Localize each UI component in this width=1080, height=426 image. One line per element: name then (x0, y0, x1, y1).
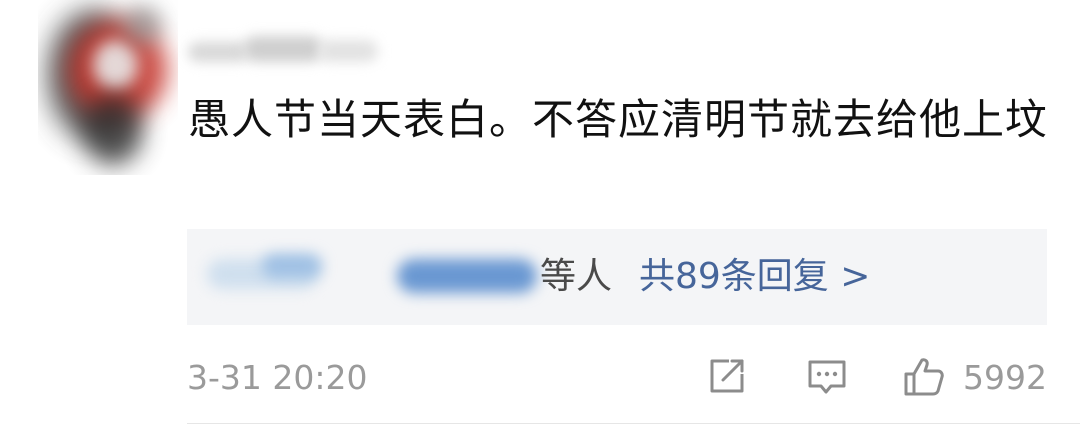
comment-card: 愚人节当天表白。不答应清明节就去给他上坟 等人 共89条回复 > 3-31 20… (0, 0, 1080, 426)
timestamp: 3-31 20:20 (187, 358, 368, 397)
divider (187, 423, 1080, 424)
thumbs-up-icon[interactable] (902, 354, 946, 398)
share-icon[interactable] (705, 354, 749, 398)
comment-text: 愚人节当天表白。不答应清明节就去给他上坟 (188, 95, 1049, 144)
like-count: 5992 (963, 358, 1047, 397)
comment-icon[interactable] (805, 354, 849, 398)
reply-preview[interactable]: 等人 共89条回复 > (187, 229, 1047, 325)
reply-names (187, 229, 547, 325)
view-replies-link[interactable]: 共89条回复 > (639, 255, 870, 299)
avatar[interactable] (38, 0, 178, 175)
reply-suffix: 等人 (540, 256, 613, 297)
comment-footer: 3-31 20:20 5992 (187, 352, 1047, 402)
username[interactable] (188, 28, 388, 78)
